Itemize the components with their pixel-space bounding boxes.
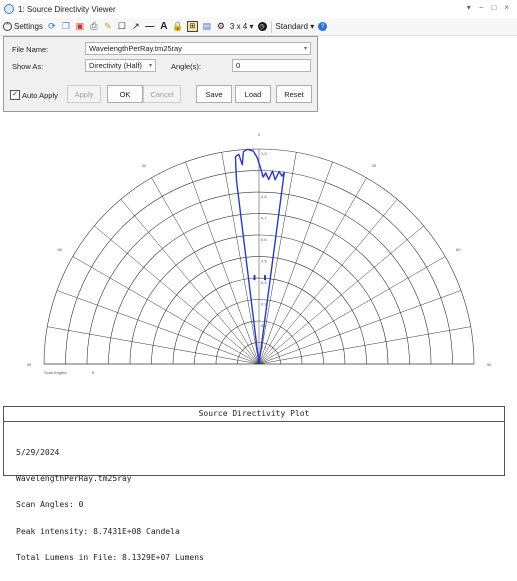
clock-icon[interactable]: ◷ — [257, 22, 267, 31]
file-name-label: File Name: — [12, 45, 49, 54]
settings-label: Settings — [14, 22, 43, 31]
angle-tick-label: 0 — [258, 132, 261, 137]
polar-grid-spoke — [72, 256, 260, 365]
scan-angles-legend-label: Scan Angles: — [44, 370, 67, 375]
print-icon[interactable]: ⎙ — [89, 22, 99, 32]
window-menu-button[interactable]: ▾ — [467, 3, 471, 12]
radial-tick-label: 0.4 — [261, 280, 267, 285]
auto-apply-label: Auto Apply — [22, 90, 58, 100]
polar-grid-spoke — [258, 199, 398, 365]
panel-line-total-lumens: Total Lumens in File: 8.1329E+07 Lumens — [16, 553, 204, 563]
layout-dropdown[interactable]: 3 x 4 ▾ — [230, 22, 254, 31]
text-icon[interactable]: A — [159, 21, 169, 32]
angles-value: 0 — [236, 61, 241, 70]
plot-panel-title: Source Directivity Plot — [4, 407, 504, 422]
standard-dropdown[interactable]: Standard ▾ — [276, 22, 315, 31]
radial-tick-label: 1.0 — [261, 151, 267, 156]
series-marker — [253, 275, 256, 281]
file-name-value: WavelengthPerRay.tm25ray — [89, 44, 182, 53]
checkmark-icon: ✓ — [10, 90, 20, 100]
polar-grid-spoke — [221, 152, 260, 365]
radial-tick-label: 0.8 — [261, 194, 267, 199]
radial-tick-label: 0.7 — [261, 216, 267, 221]
layout-icon[interactable]: ⚙ — [216, 22, 226, 32]
polar-grid-spoke — [258, 326, 471, 365]
angle-tick-label: 30 — [372, 163, 377, 168]
angle-tick-label: 60 — [58, 247, 63, 252]
scan-angles-legend-value: 0 — [92, 370, 95, 375]
angle-tick-label: 60 — [456, 247, 461, 252]
auto-apply-checkbox[interactable]: ✓ Auto Apply — [10, 90, 58, 100]
radial-tick-label: 0.6 — [261, 237, 267, 242]
ok-button[interactable]: OK — [107, 85, 143, 103]
polar-grid-spoke — [120, 199, 260, 365]
cancel-button[interactable]: Cancel — [143, 85, 181, 103]
chevron-down-icon: ▾ — [148, 63, 152, 69]
close-button[interactable]: × — [504, 3, 509, 12]
load-button[interactable]: Load — [235, 85, 271, 103]
polar-grid-spoke — [151, 177, 260, 365]
title-bar: 1: Source Directivity Viewer ▾ − □ × — [0, 0, 517, 19]
panel-line-date: 5/29/2024 — [16, 447, 60, 457]
angle-tick-label: 30 — [142, 163, 147, 168]
rectangle-icon[interactable]: ☐ — [117, 22, 127, 32]
maximize-button[interactable]: □ — [491, 3, 496, 12]
minimize-button[interactable]: − — [479, 3, 484, 12]
app-icon — [4, 4, 14, 14]
angle-tick-label: 90 — [487, 362, 492, 367]
polar-grid-spoke — [258, 225, 424, 365]
refresh-icon[interactable]: ⟳ — [47, 22, 57, 32]
show-as-dropdown[interactable]: Directivity (Half) ▾ — [85, 59, 156, 72]
window-icon[interactable]: ▤ — [202, 22, 212, 32]
save-icon[interactable]: ▣ — [75, 22, 85, 32]
apply-button[interactable]: Apply — [67, 85, 101, 103]
plot-panel-body: 5/29/2024 WavelengthPerRay.tm25ray Scan … — [4, 422, 504, 581]
reset-button[interactable]: Reset — [276, 85, 312, 103]
show-as-value: Directivity (Half) — [89, 61, 142, 70]
polar-plot-area: 0 30 60 90 30 60 90 1.0 0.9 0.8 0.7 0.6 0.5 0.4 0.3 0.2… — [0, 112, 517, 407]
grid-toggle-icon[interactable]: ⊞ — [186, 21, 198, 32]
show-as-label: Show As: — [12, 62, 44, 71]
settings-panel: File Name: WavelengthPerRay.tm25ray ▾ Sh… — [3, 36, 318, 112]
settings-toggle-button[interactable]: ^ Settings — [3, 22, 43, 31]
polar-grid-spoke — [258, 177, 367, 365]
window-controls: ▾ − □ × — [467, 3, 509, 12]
polar-grid-spoke — [258, 256, 446, 365]
collapse-icon: ^ — [3, 22, 12, 31]
copy-icon[interactable]: ❐ — [61, 22, 71, 32]
toolbar-separator — [270, 20, 272, 33]
pencil-icon[interactable]: ✎ — [103, 22, 113, 32]
arrow-icon[interactable]: ↗ — [131, 22, 141, 32]
series-marker — [263, 275, 266, 281]
chevron-down-icon: ▾ — [303, 46, 307, 52]
vertical-scrollbar[interactable] — [509, 36, 517, 407]
window-title: 1: Source Directivity Viewer — [18, 4, 116, 14]
file-name-dropdown[interactable]: WavelengthPerRay.tm25ray ▾ — [85, 42, 311, 55]
angle-tick-label: 90 — [27, 362, 32, 367]
radial-tick-label: 0.5 — [261, 259, 267, 264]
line-icon[interactable]: — — [145, 22, 155, 32]
panel-line-peak-intensity: Peak intensity: 8.7431E+08 Candela — [16, 526, 180, 536]
save-button[interactable]: Save — [196, 85, 232, 103]
polar-grid-spoke — [47, 326, 260, 365]
panel-line-file: WavelengthPerRay.tm25ray — [16, 473, 132, 483]
polar-grid-spoke — [94, 225, 260, 365]
lock-icon[interactable]: 🔒 — [172, 22, 183, 32]
polar-chart: 03060903060901.00.90.80.70.60.50.40.30.2… — [27, 132, 492, 375]
panel-line-scan-angles: Scan Angles: 0 — [16, 500, 84, 510]
angles-label: Angle(s): — [171, 62, 202, 71]
angles-input[interactable]: 0 — [232, 59, 311, 72]
plot-text-panel: Source Directivity Plot 5/29/2024 Wavele… — [3, 406, 505, 562]
toolbar: ^ Settings ⟳ ❐ ▣ ⎙ ✎ ☐ ↗ — A 🔒 ⊞ ▤ ⚙ 3 x… — [0, 18, 517, 36]
help-icon[interactable]: ? — [318, 22, 328, 31]
